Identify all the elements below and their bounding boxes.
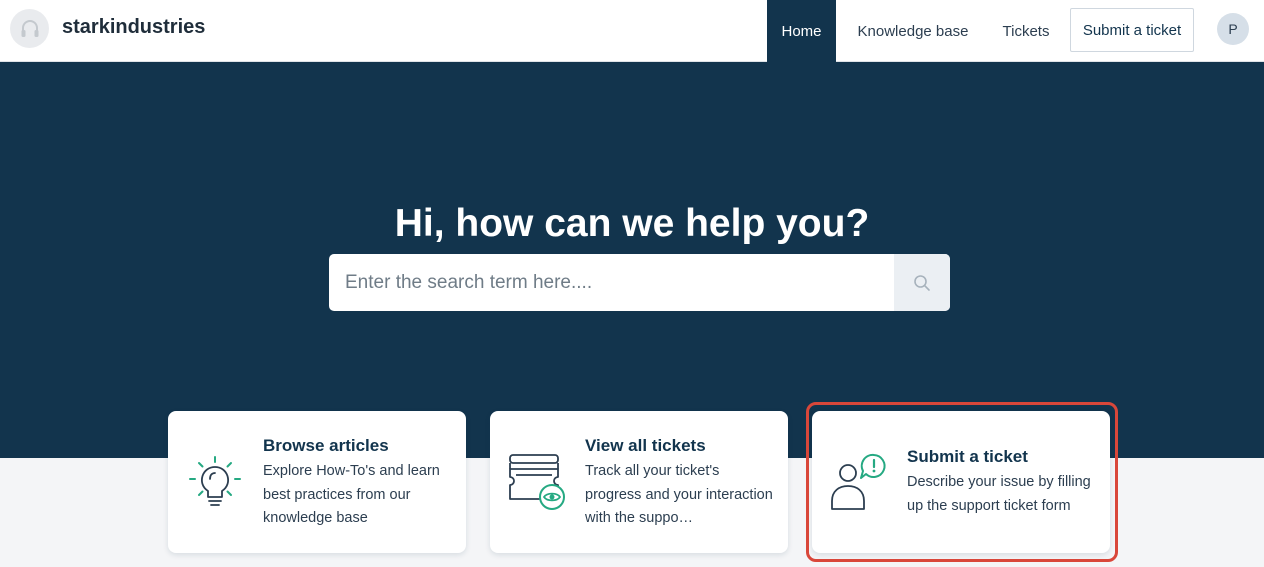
search-input[interactable] bbox=[329, 254, 894, 311]
card-title: View all tickets bbox=[585, 436, 706, 455]
lightbulb-icon bbox=[189, 456, 241, 506]
search-button[interactable] bbox=[894, 254, 950, 311]
top-navbar: starkindustries Home Knowledge base Tick… bbox=[0, 0, 1264, 62]
nav-home[interactable]: Home bbox=[767, 0, 836, 62]
search-bar bbox=[329, 254, 950, 311]
card-description-text: Track all your ticket's progress and you… bbox=[585, 463, 773, 526]
card-description: Explore How-To's and learn best practice… bbox=[263, 463, 440, 526]
user-alert-icon bbox=[831, 453, 886, 510]
headset-icon bbox=[21, 19, 38, 37]
card-description: Describe your issue by filling up the su… bbox=[907, 474, 1091, 514]
submit-ticket-button[interactable]: Submit a ticket bbox=[1070, 8, 1194, 52]
logo[interactable] bbox=[10, 9, 49, 48]
search-icon bbox=[914, 274, 930, 291]
browse-articles-card[interactable]: Browse articles Explore How-To's and lea… bbox=[168, 411, 466, 553]
tickets-eye-icon bbox=[509, 454, 565, 510]
nav-tickets[interactable]: Tickets bbox=[992, 0, 1060, 62]
submit-ticket-card[interactable]: Submit a ticket Describe your issue by f… bbox=[812, 411, 1110, 553]
user-avatar[interactable]: P bbox=[1217, 13, 1249, 45]
view-tickets-card[interactable]: View all tickets Track all your ticket's… bbox=[490, 411, 788, 553]
card-title: Browse articles bbox=[263, 436, 389, 455]
card-title: Submit a ticket bbox=[907, 447, 1028, 466]
card-description: Track all your ticket's progress and you… bbox=[585, 460, 775, 531]
hero-title: Hi, how can we help you? bbox=[394, 202, 870, 245]
brand-name[interactable]: starkindustries bbox=[62, 16, 205, 39]
nav-knowledge-base[interactable]: Knowledge base bbox=[846, 0, 980, 62]
